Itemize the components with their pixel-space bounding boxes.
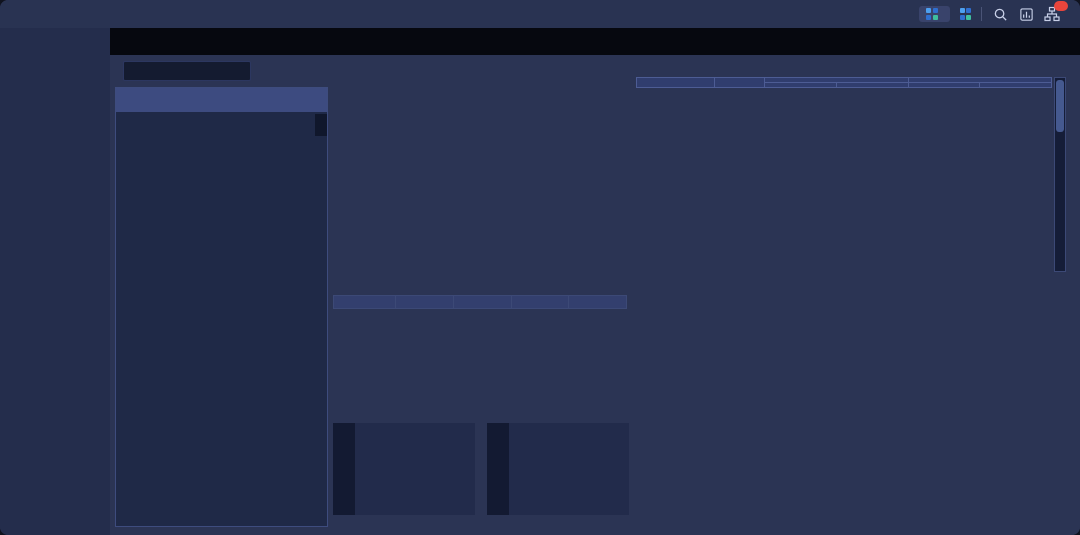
col-header: [511, 296, 569, 309]
sidebar: [0, 28, 110, 535]
col-header: [765, 83, 837, 88]
col-header: [908, 83, 980, 88]
search-icon[interactable]: [992, 6, 1008, 22]
tree-collapse-handle[interactable]: [315, 114, 327, 136]
divider: [981, 7, 982, 21]
col-header: [334, 296, 396, 309]
tabbar: [110, 28, 1080, 55]
imbalance-panel: [636, 55, 1080, 535]
report-icon[interactable]: [1018, 6, 1034, 22]
col-header: [836, 83, 908, 88]
org-tree-icon[interactable]: [1044, 6, 1060, 22]
col-header: [637, 78, 715, 88]
topbar: [0, 0, 1080, 28]
sequence-current-box: [487, 423, 629, 515]
col-header: [569, 296, 627, 309]
col-header: [453, 296, 511, 309]
device-tree: [115, 87, 328, 527]
app-root: [0, 0, 1080, 535]
sequence-voltage-box: [333, 423, 475, 515]
phase-values-table: [333, 295, 627, 309]
phase-panel: [330, 55, 630, 535]
device-name-input[interactable]: [123, 61, 251, 81]
notification-badge: [1054, 1, 1068, 11]
main-content: [110, 55, 1080, 535]
workspace-switcher[interactable]: [919, 6, 950, 22]
trend-chart: [644, 347, 1068, 499]
sequence-voltage-side-label: [333, 423, 355, 515]
table-scrollbar[interactable]: [1054, 77, 1066, 272]
phasor-diagram: [338, 99, 622, 291]
imbalance-table: [636, 77, 1052, 88]
sequence-current-side-label: [487, 423, 509, 515]
device-panel: [115, 59, 328, 531]
apps-grid-icon: [926, 8, 938, 20]
tree-root-header[interactable]: [116, 88, 327, 112]
col-header: [980, 83, 1052, 88]
apps-menu-icon[interactable]: [960, 8, 972, 20]
col-header: [715, 78, 765, 88]
col-header: [396, 296, 454, 309]
